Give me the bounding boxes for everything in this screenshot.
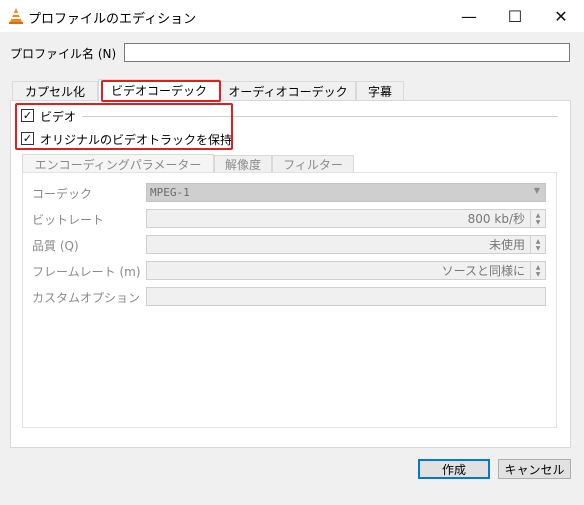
close-button[interactable]: ✕ — [538, 0, 584, 32]
tab-label: ビデオコーデック — [110, 84, 207, 98]
keep-original-track-label: オリジナルのビデオトラックを保持 — [40, 133, 233, 147]
codec-select[interactable]: MPEG-1 ▼ — [146, 183, 546, 202]
framerate-spinbox[interactable]: ソースと同様に ▲ ▼ — [146, 261, 546, 280]
video-checkbox-label: ビデオ — [40, 110, 77, 124]
create-button[interactable]: 作成 — [418, 459, 490, 479]
codec-value: MPEG-1 — [150, 186, 190, 199]
minimize-icon: — — [461, 6, 477, 26]
subtab-label: 解像度 — [224, 158, 261, 172]
window-title: プロファイルのエディション — [28, 12, 197, 27]
subtab-label: エンコーディングパラメーター — [34, 157, 202, 172]
custom-options-label: カスタムオプション — [32, 291, 141, 305]
profile-name-label: プロファイル名 (N) — [10, 47, 117, 61]
tab-video-codec[interactable]: ビデオコーデック — [98, 79, 220, 101]
profile-name-input[interactable] — [124, 43, 570, 62]
minimize-button[interactable]: — — [446, 0, 492, 32]
tab-subtitles[interactable]: 字幕 — [356, 81, 404, 100]
subtab-resolution[interactable]: 解像度 — [214, 155, 272, 173]
check-icon: ✓ — [22, 109, 33, 122]
bitrate-label: ビットレート — [32, 213, 105, 227]
maximize-button[interactable]: ☐ — [492, 0, 538, 32]
subtab-filters[interactable]: フィルター — [272, 155, 354, 173]
tab-label: オーディオコーデック — [228, 84, 348, 99]
spin-arrows-icon[interactable]: ▲ ▼ — [530, 236, 545, 253]
tab-encapsulation[interactable]: カプセル化 — [12, 81, 98, 100]
tab-audio-codec[interactable]: オーディオコーデック — [220, 81, 356, 100]
maximize-icon: ☐ — [507, 6, 523, 26]
chevron-down-icon: ▼ — [533, 186, 540, 195]
tab-label: 字幕 — [367, 84, 392, 99]
codec-label: コーデック — [32, 187, 93, 201]
custom-options-input[interactable] — [146, 287, 546, 306]
bitrate-spinbox[interactable]: 800 kb/秒 ▲ ▼ — [146, 209, 546, 228]
subtab-encoding-parameters[interactable]: エンコーディングパラメーター — [22, 154, 214, 173]
quality-label: 品質 (Q) — [32, 239, 79, 253]
spin-arrows-icon[interactable]: ▲ ▼ — [530, 262, 545, 279]
close-icon: ✕ — [554, 6, 568, 26]
vlc-cone-icon — [9, 8, 23, 24]
framerate-label: フレームレート (m) — [32, 265, 141, 279]
tab-label: カプセル化 — [24, 84, 85, 99]
quality-spinbox[interactable]: 未使用 ▲ ▼ — [146, 235, 546, 254]
cancel-button[interactable]: キャンセル — [498, 459, 571, 479]
group-divider — [82, 116, 558, 117]
spin-arrows-icon[interactable]: ▲ ▼ — [530, 210, 545, 227]
video-checkbox[interactable]: ✓ — [21, 109, 34, 122]
keep-original-track-checkbox[interactable]: ✓ — [21, 132, 34, 145]
check-icon: ✓ — [22, 132, 33, 145]
subtab-label: フィルター — [283, 158, 343, 172]
title-bar: プロファイルのエディション — ☐ ✕ — [0, 0, 584, 32]
